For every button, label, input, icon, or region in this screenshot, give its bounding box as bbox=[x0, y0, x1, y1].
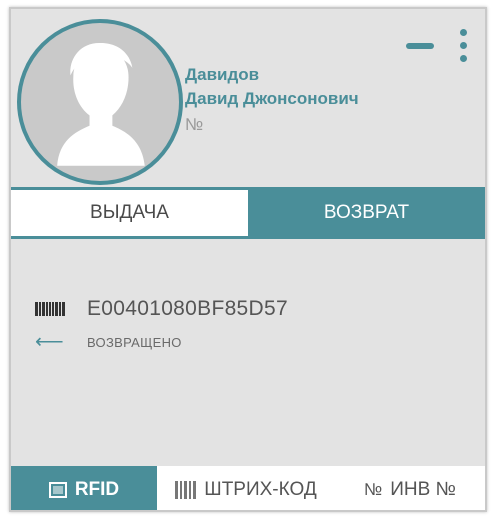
user-last-name: Давидов bbox=[185, 65, 260, 84]
barcode-icon bbox=[175, 481, 197, 499]
vertical-dots-icon[interactable] bbox=[454, 27, 474, 67]
tab-return[interactable]: ВОЗВРАТ bbox=[248, 190, 485, 236]
item-status: ВОЗВРАЩЕНО bbox=[87, 334, 182, 350]
user-number: № bbox=[185, 115, 204, 134]
barcode-icon bbox=[35, 302, 65, 316]
mode-tabs: ВЫДАЧА ВОЗВРАТ bbox=[11, 187, 485, 239]
tab-issue[interactable]: ВЫДАЧА bbox=[11, 190, 248, 236]
tab-barcode-label: ШТРИХ-КОД bbox=[204, 479, 317, 500]
item-code: E00401080BF85D57 bbox=[87, 297, 288, 320]
number-icon: № bbox=[364, 480, 383, 499]
input-mode-tabs: RFID ШТРИХ-КОД № ИНВ № bbox=[11, 466, 485, 510]
tab-inventory-number-label: ИНВ № bbox=[390, 479, 456, 500]
rfid-icon bbox=[48, 482, 67, 498]
tab-inventory-number[interactable]: № ИНВ № bbox=[335, 466, 485, 510]
arrow-left-icon: ⟵ bbox=[35, 331, 64, 353]
user-full-name: Давид Джонсонович bbox=[185, 89, 359, 108]
tab-rfid[interactable]: RFID bbox=[11, 466, 157, 510]
minimize-icon[interactable] bbox=[404, 35, 436, 57]
list-item: E00401080BF85D57 bbox=[35, 297, 288, 321]
item-list: E00401080BF85D57 ⟵ ВОЗВРАЩЕНО bbox=[11, 239, 485, 466]
item-status-row: ⟵ ВОЗВРАЩЕНО bbox=[35, 332, 182, 352]
tab-barcode[interactable]: ШТРИХ-КОД bbox=[157, 466, 335, 510]
return-card: Давидов Давид Джонсонович № ВЫДАЧА ВОЗВР… bbox=[9, 7, 487, 512]
user-silhouette-icon bbox=[57, 42, 145, 166]
tab-rfid-label: RFID bbox=[74, 479, 120, 500]
user-header: Давидов Давид Джонсонович № bbox=[11, 9, 485, 187]
avatar bbox=[17, 19, 183, 185]
